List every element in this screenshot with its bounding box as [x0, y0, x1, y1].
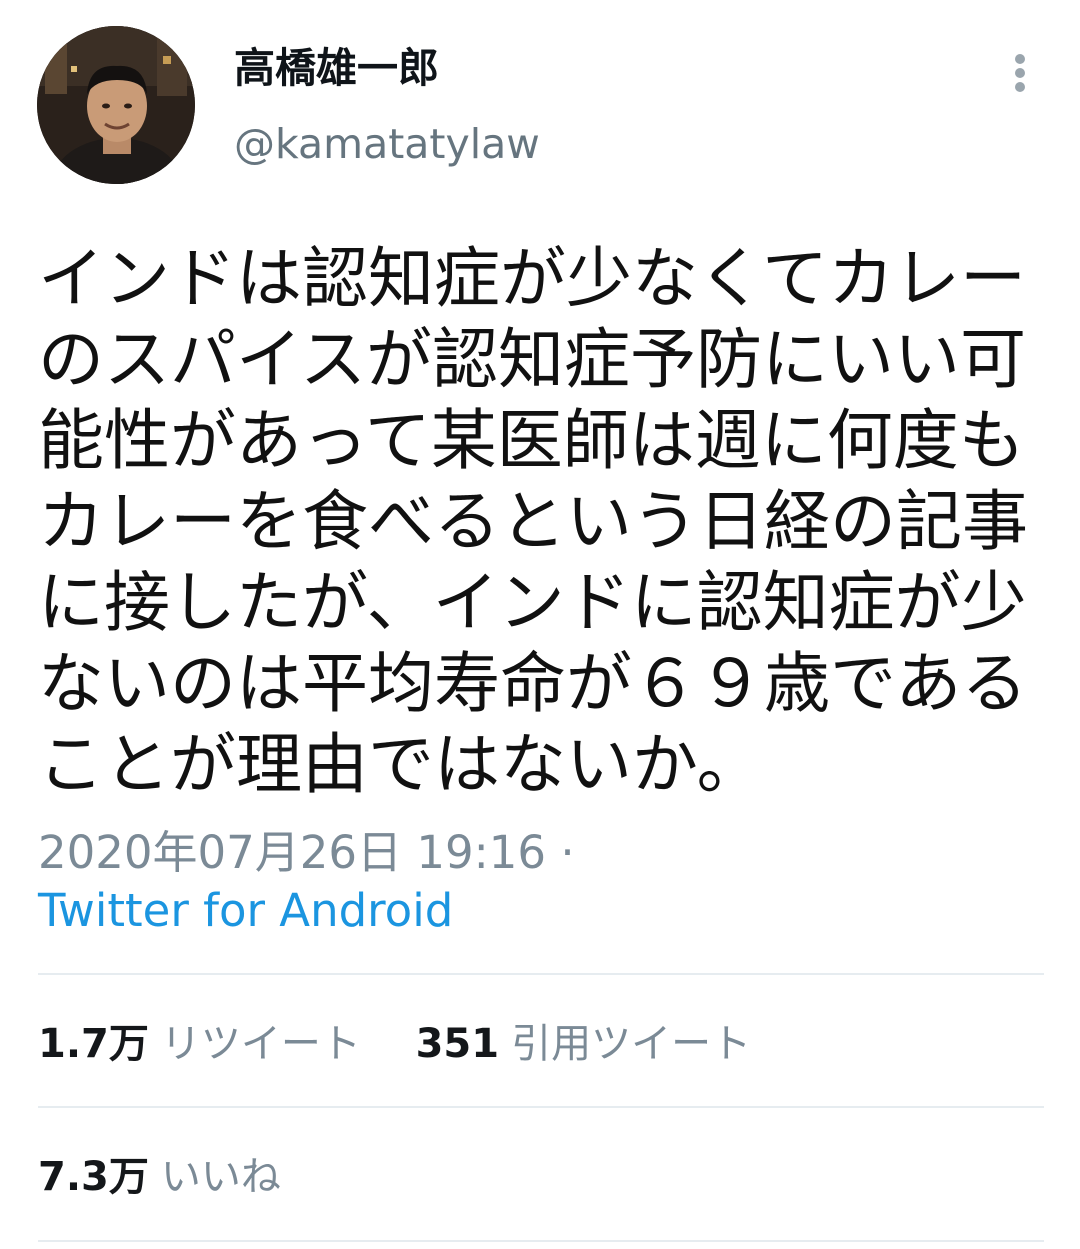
quotes-count: 351 [415, 1021, 500, 1067]
retweet-stats-row: 1.7万 リツイート 351 引用ツイート [38, 1014, 793, 1074]
divider [38, 1106, 1044, 1108]
retweets-label: リツイート [160, 1021, 361, 1067]
likes-label: いいね [160, 1154, 281, 1200]
quotes-label: 引用ツイート [511, 1021, 752, 1067]
likes-stat[interactable]: 7.3万 いいね [38, 1147, 281, 1207]
tweet-text-line: に接したが、インドに認知症が少 [38, 564, 1027, 641]
tweet-text: インドは認知症が少なくてカレー のスパイスが認知症予防にいい可 能性があって某医… [38, 238, 1048, 805]
avatar-image [37, 26, 195, 184]
divider [38, 1240, 1044, 1242]
tweet-text-line: のスパイスが認知症予防にいい可 [38, 321, 1027, 398]
tweet-text-line: ないのは平均寿命が６９歳である [38, 645, 1028, 722]
retweets-count: 1.7万 [38, 1021, 149, 1067]
likes-count: 7.3万 [38, 1154, 149, 1200]
tweet-timestamp[interactable]: 2020年07月26日 19:16 · [38, 824, 575, 882]
more-vertical-icon-dot [1015, 68, 1025, 78]
retweets-stat[interactable]: 1.7万 リツイート [38, 1014, 361, 1074]
user-handle[interactable]: @kamatatylaw [234, 116, 540, 172]
more-vertical-icon-dot [1015, 82, 1025, 92]
more-options-button[interactable] [1000, 48, 1040, 98]
likes-stats-row: 7.3万 いいね [38, 1147, 323, 1207]
tweet-text-line: インドは認知症が少なくてカレー [38, 240, 1027, 317]
quotes-stat[interactable]: 351 引用ツイート [416, 1014, 752, 1074]
divider [38, 973, 1044, 975]
tweet-source-link[interactable]: Twitter for Android [38, 882, 453, 940]
tweet-text-line: ことが理由ではないか。 [38, 726, 763, 803]
avatar[interactable] [37, 26, 195, 184]
display-name[interactable]: 高橋雄一郎 [234, 40, 439, 96]
tweet-text-line: 能性があって某医師は週に何度も [38, 402, 1025, 479]
tweet-text-line: カレーを食べるという日経の記事 [38, 483, 1028, 560]
more-vertical-icon [1015, 54, 1025, 64]
tweet-detail: 高橋雄一郎 @kamatatylaw インドは認知症が少なくてカレー のスパイス… [0, 0, 1080, 1249]
